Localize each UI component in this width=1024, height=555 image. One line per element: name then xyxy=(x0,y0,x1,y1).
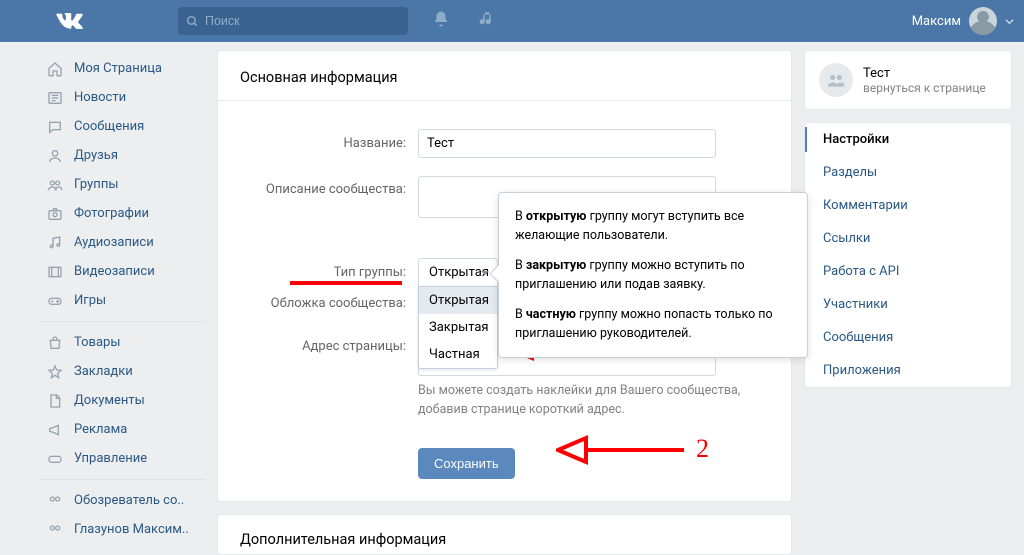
user-menu[interactable]: Максим xyxy=(912,7,1014,35)
left-nav: Моя Страница Новости Сообщения Друзья Гр… xyxy=(40,50,205,555)
option-closed[interactable]: Закрытая xyxy=(419,314,497,341)
home-icon xyxy=(46,60,64,78)
film-icon xyxy=(46,263,64,281)
search-input[interactable] xyxy=(205,14,375,28)
group-title: Тест xyxy=(863,66,986,81)
notifications-icon[interactable] xyxy=(432,10,450,32)
gamepad2-icon xyxy=(46,450,64,468)
avatar xyxy=(969,7,997,35)
nav-games[interactable]: Игры xyxy=(40,286,205,315)
select-dropdown: Открытая Закрытая Частная xyxy=(418,286,498,369)
bag-icon xyxy=(46,334,64,352)
gamepad-icon xyxy=(46,292,64,310)
option-open[interactable]: Открытая xyxy=(419,287,497,314)
nav-manage[interactable]: Управление xyxy=(40,444,205,473)
url-hint: Вы можете создать наклейки для Вашего со… xyxy=(418,382,748,420)
label-cover: Обложка сообщества: xyxy=(240,296,418,311)
nav-documents[interactable]: Документы xyxy=(40,386,205,415)
save-button[interactable]: Сохранить xyxy=(418,448,515,479)
search-icon xyxy=(186,15,199,28)
users-icon xyxy=(46,176,64,194)
rmenu-api[interactable]: Работа с API xyxy=(805,255,1011,288)
group-type-tooltip: В открытую группу могут вступить все жел… xyxy=(498,192,808,358)
newspaper-icon xyxy=(46,89,64,107)
nav-photos[interactable]: Фотографии xyxy=(40,199,205,228)
right-head-card: Тест вернуться к странице xyxy=(804,50,1012,110)
label-desc: Описание сообщества: xyxy=(240,176,418,197)
camera-icon xyxy=(46,205,64,223)
music-icon[interactable] xyxy=(478,10,496,32)
nav-ads[interactable]: Реклама xyxy=(40,415,205,444)
rmenu-comments[interactable]: Комментарии xyxy=(805,189,1011,222)
nav-news[interactable]: Новости xyxy=(40,83,205,112)
chat-icon xyxy=(46,118,64,136)
annotation-underline-type xyxy=(290,281,402,285)
rmenu-sections[interactable]: Разделы xyxy=(805,156,1011,189)
rmenu-links[interactable]: Ссылки xyxy=(805,222,1011,255)
username: Максим xyxy=(912,14,961,29)
card-title: Основная информация xyxy=(218,51,791,101)
nav-separator-2 xyxy=(40,479,205,480)
nav-video[interactable]: Видеозаписи xyxy=(40,257,205,286)
rmenu-apps[interactable]: Приложения xyxy=(805,354,1011,387)
vk-logo-icon[interactable] xyxy=(55,13,83,29)
star-icon xyxy=(46,363,64,381)
nav-separator xyxy=(40,321,205,322)
nav-bookmarks[interactable]: Закладки xyxy=(40,357,205,386)
nav-my-page[interactable]: Моя Страница xyxy=(40,54,205,83)
megaphone-icon xyxy=(46,421,64,439)
rmenu-messages[interactable]: Сообщения xyxy=(805,321,1011,354)
label-url: Адрес страницы: xyxy=(240,333,418,354)
back-link[interactable]: вернуться к странице xyxy=(863,81,986,95)
rmenu-members[interactable]: Участники xyxy=(805,288,1011,321)
annotation-number-2: 2 xyxy=(696,434,709,464)
note-icon xyxy=(46,234,64,252)
document-icon xyxy=(46,392,64,410)
chevron-down-icon xyxy=(1005,17,1014,26)
nav-messages[interactable]: Сообщения xyxy=(40,112,205,141)
nav-glazunov[interactable]: Глазунов Максим.. xyxy=(40,515,205,544)
nav-groups[interactable]: Группы xyxy=(40,170,205,199)
card-additional: Дополнительная информация xyxy=(217,514,792,555)
topbar: Максим xyxy=(0,0,1024,42)
nav-observer[interactable]: Обозреватель со.. xyxy=(40,486,205,515)
annotation-arrow-2 xyxy=(556,430,686,470)
label-type: Тип группы: xyxy=(240,265,418,280)
option-private[interactable]: Частная xyxy=(419,341,497,368)
select-group-type[interactable]: Открытая xyxy=(418,258,498,286)
input-name[interactable] xyxy=(418,129,716,158)
group-icon xyxy=(46,492,64,510)
nav-friends[interactable]: Друзья xyxy=(40,141,205,170)
card2-title: Дополнительная информация xyxy=(240,531,446,548)
nav-audio[interactable]: Аудиозаписи xyxy=(40,228,205,257)
label-name: Название: xyxy=(240,136,418,151)
group-avatar-icon xyxy=(819,63,853,97)
nav-market[interactable]: Товары xyxy=(40,328,205,357)
user-icon xyxy=(46,147,64,165)
right-menu-card: Настройки Разделы Комментарии Ссылки Раб… xyxy=(804,122,1012,388)
rmenu-settings[interactable]: Настройки xyxy=(805,123,1011,156)
search-box[interactable] xyxy=(178,7,408,35)
